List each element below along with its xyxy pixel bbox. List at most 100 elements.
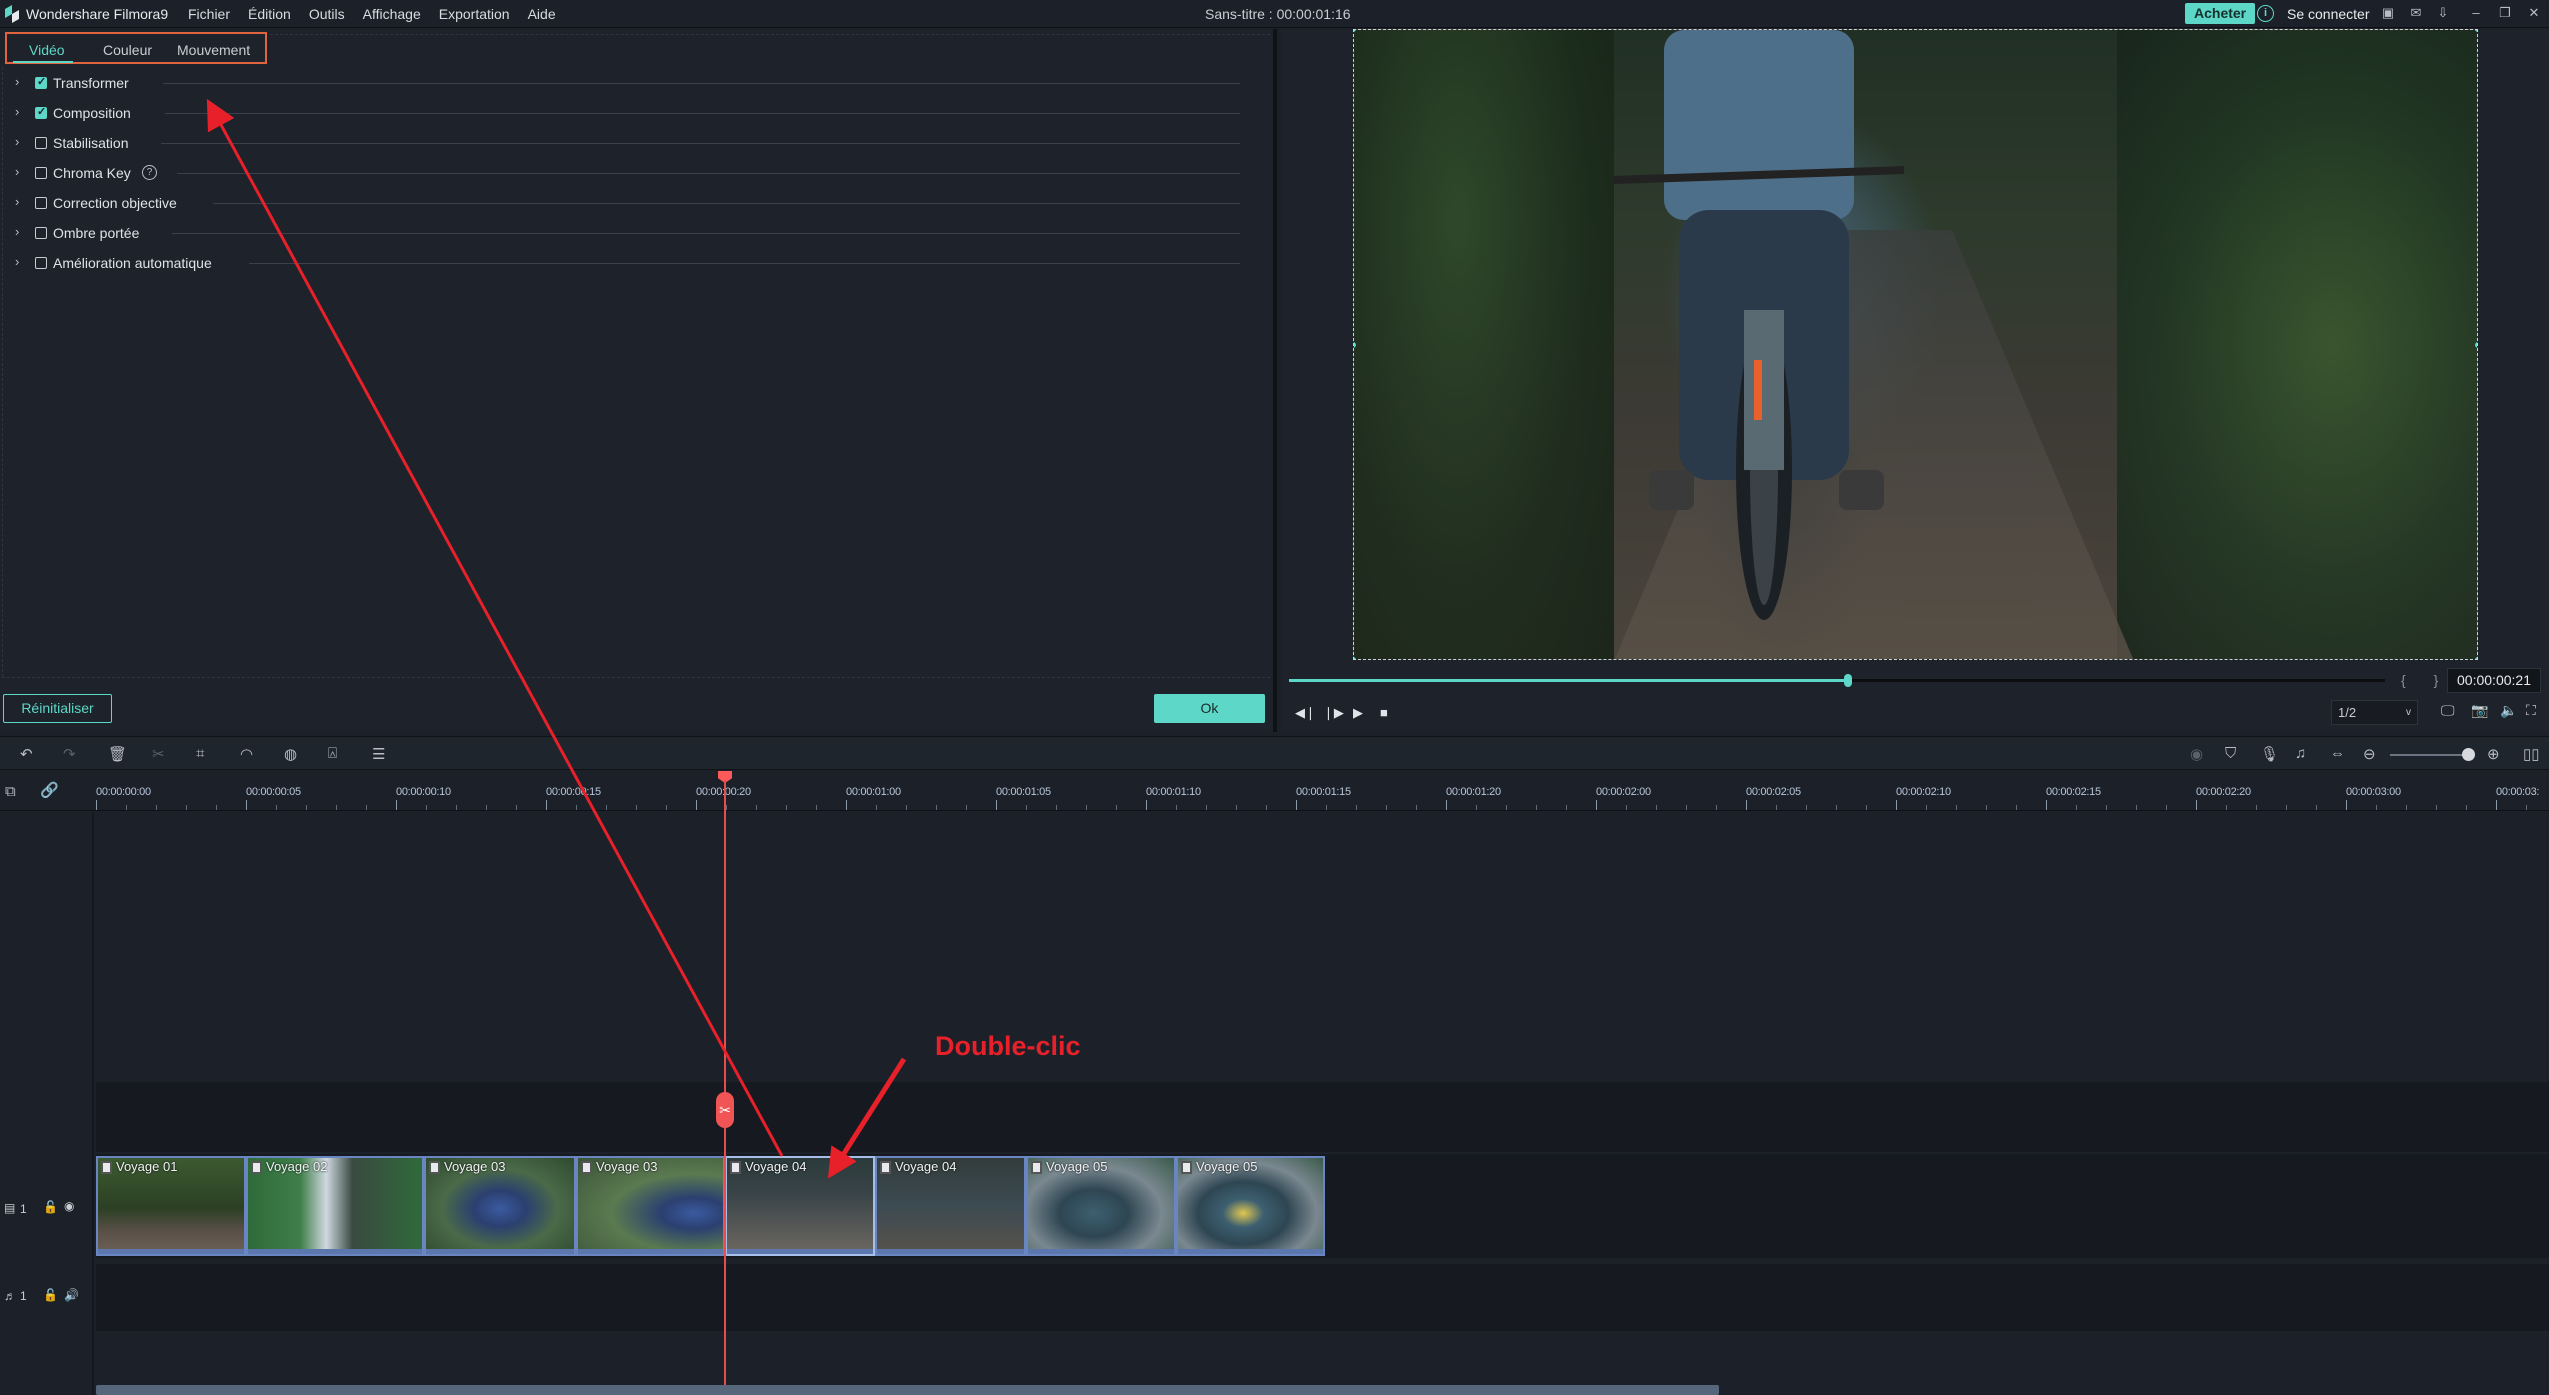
menu-edition[interactable]: Édition [248,6,291,22]
timeline-clip[interactable]: Voyage 02 [246,1156,424,1256]
tab-video[interactable]: Vidéo [29,42,65,58]
menu-fichier[interactable]: Fichier [188,6,230,22]
ok-button[interactable]: Ok [1154,694,1265,723]
in-out-markers[interactable]: { } [2401,672,2450,688]
timeline-clip[interactable]: Voyage 04 [725,1156,875,1256]
close-icon[interactable]: ✕ [2526,5,2542,21]
split-scissors-icon[interactable]: ✂ [716,1092,734,1128]
chevron-right-icon[interactable]: › [15,134,19,149]
timeline-clip[interactable]: Voyage 03 [576,1156,725,1256]
timeline-clip[interactable]: Voyage 05 [1176,1156,1325,1256]
prop-row-transformer[interactable]: › Transformer [0,72,1240,96]
zoom-out-icon[interactable]: ⊖ [2363,745,2376,763]
checkbox-chroma-key[interactable] [35,167,47,179]
timeline-ruler[interactable]: ⧉ 🔗 00:00:00:00 00:00:00:05 00:00:00:10 00:… [0,771,2549,811]
prop-row-ombre-portee[interactable]: › Ombre portée [0,222,1240,246]
next-frame-icon[interactable]: ❘▶ [1323,705,1344,721]
fit-timeline-icon[interactable]: ⇔ [2330,745,2345,762]
menu-outils[interactable]: Outils [309,6,345,22]
menu-aide[interactable]: Aide [528,6,556,22]
microphone-icon[interactable]: 🎙 [2260,745,2279,763]
checkbox-amelioration-automatique[interactable] [35,257,47,269]
audio-mixer-icon[interactable]: ♫ [2295,745,2306,762]
panel-layout-icon[interactable]: ▯▯ [2523,745,2540,763]
buy-button[interactable]: Acheter [2185,3,2256,24]
cut-icon[interactable]: ✂ [152,745,165,763]
prop-row-amelioration-automatique[interactable]: › Amélioration automatique [0,252,1240,276]
display-settings-icon[interactable]: 🖵 [2441,702,2455,719]
transform-handle[interactable] [1354,657,1356,659]
checkbox-correction-objective[interactable] [35,197,47,209]
timeline-horizontal-scrollbar[interactable] [96,1385,1719,1395]
checkbox-stabilisation[interactable] [35,137,47,149]
transform-handle[interactable] [2475,657,2477,659]
link-icon[interactable]: 🔗 [40,781,59,799]
crop-icon[interactable]: ⌗ [196,745,204,762]
clip-name: Voyage 02 [266,1159,328,1174]
eye-icon[interactable]: ◉ [64,1199,74,1213]
video-preview[interactable] [1353,29,2478,660]
checkbox-composition[interactable] [35,105,47,119]
audio-track-lane[interactable] [96,1264,2549,1331]
save-icon[interactable]: ▣ [2380,5,2396,21]
speaker-icon[interactable]: 🔊 [64,1288,79,1302]
reset-button[interactable]: Réinitialiser [3,694,112,723]
add-track-icon[interactable]: ⧉ [5,783,16,800]
checkbox-ombre-portee[interactable] [35,227,47,239]
zoom-slider-handle[interactable] [2461,748,2475,761]
timeline-clip[interactable]: Voyage 05 [1026,1156,1176,1256]
timeline-zoom-slider[interactable] [2390,748,2475,761]
overlay-track-lane[interactable] [96,1082,2549,1152]
playback-quality-select[interactable]: 1/2 v [2331,700,2418,725]
chevron-right-icon[interactable]: › [15,164,19,179]
minimize-icon[interactable]: – [2468,5,2484,21]
chevron-right-icon[interactable]: › [15,194,19,209]
adjust-icon[interactable]: ☰ [372,745,385,763]
fullscreen-icon[interactable]: ⛶ [2526,702,2536,719]
download-icon[interactable]: ⇩ [2435,5,2451,21]
tab-mouvement[interactable]: Mouvement [177,42,250,58]
speed-icon[interactable]: ◠ [240,745,253,763]
snapshot-icon[interactable]: 📷 [2471,702,2488,719]
chevron-right-icon[interactable]: › [15,224,19,239]
prop-row-stabilisation[interactable]: › Stabilisation [0,132,1240,156]
chevron-right-icon[interactable]: › [15,74,19,89]
redo-icon[interactable]: ↷ [63,745,76,763]
transform-handle[interactable] [2475,30,2477,32]
play-icon[interactable]: ▶ [1353,705,1363,721]
transform-handle[interactable] [2475,342,2477,348]
prop-row-correction-objective[interactable]: › Correction objective [0,192,1240,216]
login-link[interactable]: Se connecter [2287,6,2370,22]
ruler-tick-minor [2436,805,2437,810]
menu-exportation[interactable]: Exportation [439,6,510,22]
timeline-clip[interactable]: Voyage 01 [96,1156,246,1256]
color-icon[interactable]: ◍ [284,745,297,763]
zoom-in-icon[interactable]: ⊕ [2487,745,2500,763]
chevron-right-icon[interactable]: › [15,104,19,119]
timeline-clip[interactable]: Voyage 03 [424,1156,576,1256]
menu-affichage[interactable]: Affichage [363,6,421,22]
render-preview-icon[interactable]: ◉ [2190,745,2203,763]
timeline-clip[interactable]: Voyage 04 [875,1156,1026,1256]
prev-frame-icon[interactable]: ◀❘ [1295,705,1316,721]
checkbox-transformer[interactable] [35,75,47,89]
undo-icon[interactable]: ↶ [20,745,33,763]
chevron-right-icon[interactable]: › [15,254,19,269]
help-icon[interactable]: ? [142,165,157,180]
tab-couleur[interactable]: Couleur [103,42,152,58]
info-icon[interactable]: i [2257,5,2274,22]
green-screen-icon[interactable]: ⍓ [328,745,337,762]
mail-icon[interactable]: ✉ [2408,5,2424,21]
restore-icon[interactable]: ❐ [2497,5,2513,21]
prop-row-chroma-key[interactable]: › Chroma Key ? [0,162,1240,186]
playhead-line[interactable] [724,780,726,1395]
preview-scrubber[interactable] [1289,674,2385,687]
volume-icon[interactable]: 🔈 [2500,702,2517,719]
scrubber-handle[interactable] [1843,674,1852,687]
stop-icon[interactable]: ■ [1380,705,1388,720]
lock-icon[interactable]: 🔓 [43,1288,58,1302]
marker-icon[interactable]: ⛉ [2225,745,2236,762]
prop-row-composition[interactable]: › Composition [0,102,1240,126]
delete-icon[interactable]: 🗑 [108,745,127,763]
lock-icon[interactable]: 🔓 [43,1200,58,1214]
